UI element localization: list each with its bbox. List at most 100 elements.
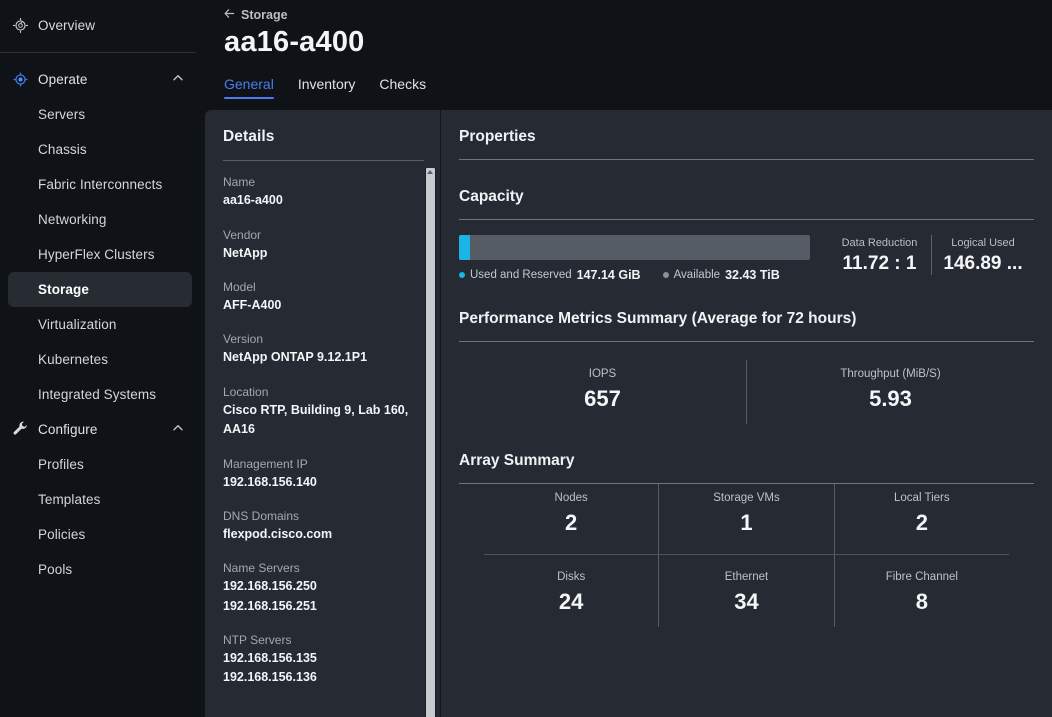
metric-iops: IOPS 657 <box>459 360 746 424</box>
metric-label: Ethernet <box>724 571 769 584</box>
main-content: Storage aa16-a400 General Inventory Chec… <box>200 0 1052 717</box>
details-title: Details <box>223 128 275 146</box>
wrench-icon <box>8 421 32 438</box>
scroll-up-arrow-icon[interactable] <box>427 170 433 175</box>
stat-logical-used: Logical Used 146.89 ... <box>931 235 1034 275</box>
detail-vendor: Vendor NetApp <box>223 226 420 263</box>
sidebar-item-profiles[interactable]: Profiles <box>8 447 192 482</box>
legend-dot-used <box>459 272 465 279</box>
operate-icon <box>8 71 32 88</box>
metric-nodes: Nodes 2 <box>484 484 658 554</box>
details-rule <box>223 160 424 162</box>
metric-value: 1 <box>740 510 753 536</box>
sidebar-group-configure[interactable]: Configure <box>0 412 200 447</box>
properties-rule <box>459 159 1034 161</box>
sidebar-group-operate[interactable]: Operate <box>0 62 200 97</box>
array-summary-title: Array Summary <box>459 452 575 470</box>
sidebar-item-servers[interactable]: Servers <box>8 97 192 132</box>
legend-label: Available <box>673 269 721 282</box>
stat-data-reduction: Data Reduction 11.72 : 1 <box>828 235 931 275</box>
array-summary-row-1: Nodes 2 Storage VMs 1 Local Tiers 2 <box>459 484 1034 555</box>
detail-value: 192.168.156.250 192.168.156.251 <box>223 579 317 613</box>
sidebar-item-pools[interactable]: Pools <box>8 552 192 587</box>
details-scrollbar[interactable] <box>425 168 436 717</box>
legend-label: Used and Reserved <box>470 269 572 282</box>
performance-rule <box>459 341 1034 343</box>
detail-label: Management IP <box>223 456 308 471</box>
sidebar-item-virtualization[interactable]: Virtualization <box>8 307 192 342</box>
sidebar-item-integrated-systems[interactable]: Integrated Systems <box>8 377 192 412</box>
array-summary-section: Array Summary Nodes 2 Storage VMs 1 Loca… <box>459 452 1034 628</box>
sidebar-item-networking[interactable]: Networking <box>8 202 192 237</box>
chevron-up-icon[interactable] <box>172 71 184 89</box>
sidebar-item-hyperflex-clusters[interactable]: HyperFlex Clusters <box>8 237 192 272</box>
metric-value: 8 <box>915 589 928 615</box>
sidebar-item-fabric-interconnects[interactable]: Fabric Interconnects <box>8 167 192 202</box>
detail-model: Model AFF-A400 <box>223 278 420 315</box>
detail-label: Name Servers <box>223 561 300 576</box>
back-arrow-icon[interactable] <box>224 8 235 22</box>
sidebar-item-overview[interactable]: Overview <box>0 8 200 43</box>
detail-label: Model <box>223 280 256 294</box>
capacity-rule <box>459 219 1034 221</box>
performance-section: Performance Metrics Summary (Average for… <box>459 310 1034 425</box>
properties-panel: Properties Capacity Used and Reserved 14… <box>440 110 1052 717</box>
metric-value: 2 <box>915 510 928 536</box>
sidebar-item-storage[interactable]: Storage <box>8 272 192 307</box>
metric-storage-vms: Storage VMs 1 <box>658 484 833 555</box>
detail-value: aa16-a400 <box>223 193 283 208</box>
metric-value: 34 <box>734 589 759 615</box>
sidebar-item-templates[interactable]: Templates <box>8 482 192 517</box>
legend-available: Available 32.43 TiB <box>662 268 780 283</box>
sidebar: Overview Operate Servers Chassis Fabric … <box>0 0 200 717</box>
gauge-icon <box>8 17 32 34</box>
detail-management-ip: Management IP 192.168.156.140 <box>223 455 420 492</box>
sidebar-item-label: Templates <box>38 492 101 507</box>
legend-value: 32.43 TiB <box>725 268 780 283</box>
array-summary-row-2: Disks 24 Ethernet 34 Fibre Channel 8 <box>459 555 1034 628</box>
sidebar-divider <box>0 52 196 53</box>
sidebar-group-label: Operate <box>38 72 88 87</box>
details-list: Name aa16-a400 Vendor NetApp Model AFF-A… <box>223 173 440 693</box>
detail-label: NTP Servers <box>223 633 292 647</box>
metric-label: IOPS <box>588 368 617 381</box>
sidebar-item-kubernetes[interactable]: Kubernetes <box>8 342 192 377</box>
detail-name-servers: Name Servers 192.168.156.250 192.168.156… <box>223 559 420 616</box>
page-title: aa16-a400 <box>224 26 365 58</box>
sidebar-item-label: Networking <box>38 212 107 227</box>
scrollbar-thumb[interactable] <box>426 168 435 717</box>
detail-label: Location <box>223 384 269 399</box>
sidebar-item-label: Chassis <box>38 142 87 157</box>
detail-value: flexpod.cisco.com <box>223 526 333 541</box>
tab-inventory[interactable]: Inventory <box>298 76 356 99</box>
sidebar-item-label: Pools <box>38 562 73 577</box>
sidebar-item-label: Overview <box>38 18 96 33</box>
sidebar-item-label: Policies <box>38 527 86 542</box>
sidebar-item-chassis[interactable]: Chassis <box>8 132 192 167</box>
detail-value: 192.168.156.140 <box>223 474 317 489</box>
detail-value: AFF-A400 <box>223 298 282 312</box>
chevron-up-icon[interactable] <box>172 421 184 439</box>
legend-used: Used and Reserved 147.14 GiB <box>459 268 641 282</box>
tab-general[interactable]: General <box>224 76 274 100</box>
sidebar-item-label: Servers <box>38 107 86 122</box>
sidebar-item-label: HyperFlex Clusters <box>38 247 155 262</box>
breadcrumb-label[interactable]: Storage <box>241 8 288 22</box>
metric-value: 24 <box>558 589 584 615</box>
detail-label: DNS Domains <box>223 508 300 523</box>
capacity-section: Capacity Used and Reserved 147.14 GiB Av… <box>459 188 1034 282</box>
breadcrumb[interactable]: Storage <box>224 8 1052 22</box>
detail-version: Version NetApp ONTAP 9.12.1P1 <box>223 330 420 367</box>
detail-name: Name aa16-a400 <box>223 173 420 210</box>
metric-label: Throughput (MiB/S) <box>840 368 941 381</box>
properties-title: Properties <box>459 128 536 146</box>
stat-value: 146.89 ... <box>943 252 1023 274</box>
sidebar-item-label: Virtualization <box>38 317 117 332</box>
metric-value: 2 <box>565 510 578 536</box>
metric-label: Nodes <box>554 492 588 505</box>
tab-checks[interactable]: Checks <box>379 76 426 99</box>
detail-dns-domains: DNS Domains flexpod.cisco.com <box>223 507 420 544</box>
stat-label: Data Reduction <box>841 237 918 250</box>
sidebar-item-policies[interactable]: Policies <box>8 517 192 552</box>
capacity-bar-group: Used and Reserved 147.14 GiB Available 3… <box>459 235 828 282</box>
